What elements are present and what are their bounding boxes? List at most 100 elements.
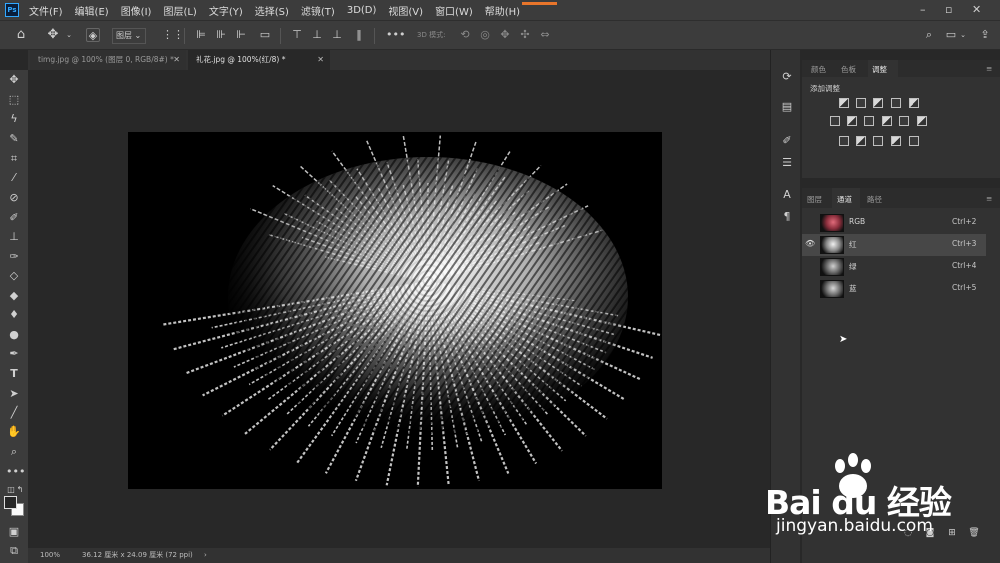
align-bottom-icon[interactable]: ⊥ [330, 28, 344, 42]
character-icon[interactable]: A [780, 188, 794, 202]
tab-adjustments[interactable]: 调整 [872, 64, 887, 75]
menu-3d[interactable]: 3D(D) [347, 5, 377, 16]
history-icon[interactable]: ⟳ [780, 70, 794, 84]
threshold-icon[interactable] [873, 136, 883, 146]
color-balance-icon[interactable] [847, 116, 857, 126]
screen-mode-icon[interactable]: ⧉ [6, 543, 22, 559]
close-icon[interactable]: ✕ [173, 50, 180, 70]
chevron-down-icon[interactable]: ⌄ [62, 28, 76, 42]
orbit-icon[interactable]: ⟲ [458, 28, 472, 42]
path-select-tool-icon[interactable]: ➤ [6, 386, 22, 402]
status-menu-icon[interactable]: › [204, 548, 207, 563]
properties-icon[interactable]: ▤ [780, 100, 794, 114]
brightness-icon[interactable] [839, 98, 849, 108]
brush-tool-icon[interactable]: ✐ [6, 210, 22, 226]
visibility-icon[interactable] [805, 283, 815, 293]
stamp-tool-icon[interactable]: ⊥ [6, 229, 22, 245]
auto-select-icon[interactable]: ◈ [86, 28, 100, 42]
selective-color-icon[interactable] [909, 136, 919, 146]
search-icon[interactable]: ⌕ [922, 28, 936, 42]
healing-tool-icon[interactable]: ⊘ [6, 190, 22, 206]
visibility-icon[interactable] [805, 217, 815, 227]
menu-layer[interactable]: 图层(L) [163, 3, 196, 18]
chevron-down-icon[interactable]: ⌄ [956, 28, 970, 42]
hand-tool-icon[interactable]: ✋ [6, 424, 22, 440]
home-icon[interactable]: ⌂ [14, 28, 28, 42]
quick-mask-icon[interactable]: ▣ [6, 524, 22, 540]
tab-fireworks[interactable]: 礼花.jpg @ 100%(红/8) * ✕ [188, 50, 330, 70]
hue-saturation-icon[interactable] [830, 116, 840, 126]
tab-paths[interactable]: 路径 [867, 194, 882, 205]
minimize-icon[interactable]: – [920, 3, 926, 16]
share-icon[interactable]: ⇪ [978, 28, 992, 42]
eyedropper-tool-icon[interactable]: ⁄ [6, 170, 22, 186]
menu-edit[interactable]: 编辑(E) [75, 3, 109, 18]
layer-select-dropdown[interactable]: 图层 ⌄ [112, 28, 146, 44]
menu-window[interactable]: 窗口(W) [435, 3, 473, 18]
tab-swatches[interactable]: 色板 [841, 64, 856, 75]
tab-timg[interactable]: timg.jpg @ 100% (图层 0, RGB/8#) * ✕ [30, 50, 186, 70]
pen-tool-icon[interactable]: ✒ [6, 346, 22, 362]
align-center-icon[interactable]: ⊪ [214, 28, 228, 42]
invert-icon[interactable] [839, 136, 849, 146]
distribute-icon[interactable]: ▭ [258, 28, 272, 42]
move-tool-icon[interactable]: ✥ [6, 72, 22, 88]
channel-row-red[interactable]: 👁 红 Ctrl+3 [802, 234, 986, 256]
move-icon[interactable]: ✥ [46, 28, 60, 42]
document-canvas[interactable] [128, 132, 662, 489]
tab-channels[interactable]: 通道 [837, 194, 852, 205]
curves-icon[interactable] [873, 98, 883, 108]
align-middle-icon[interactable]: ⊥ [310, 28, 324, 42]
restore-icon[interactable]: ▫ [945, 3, 952, 16]
transform-grid-icon[interactable]: ⋮⋮ [162, 28, 184, 42]
visibility-icon[interactable] [805, 261, 815, 271]
tab-layers[interactable]: 图层 [807, 194, 822, 205]
paragraph-icon[interactable]: ¶ [780, 210, 794, 224]
roll-icon[interactable]: ◎ [478, 28, 492, 42]
menu-select[interactable]: 选择(S) [255, 3, 289, 18]
crop-tool-icon[interactable]: ⌗ [6, 151, 22, 167]
channel-mixer-icon[interactable] [899, 116, 909, 126]
marquee-tool-icon[interactable]: ⬚ [6, 92, 22, 108]
align-left-icon[interactable]: ⊫ [194, 28, 208, 42]
eye-icon[interactable]: 👁 [805, 239, 815, 249]
paint-bucket-tool-icon[interactable]: ◆ [6, 288, 22, 304]
menu-filter[interactable]: 滤镜(T) [301, 3, 335, 18]
exposure-icon[interactable] [891, 98, 901, 108]
align-top-icon[interactable]: ⊤ [290, 28, 304, 42]
quick-select-tool-icon[interactable]: ✎ [6, 131, 22, 147]
close-icon[interactable]: ✕ [972, 3, 981, 16]
photo-filter-icon[interactable] [882, 116, 892, 126]
more-tools-icon[interactable]: ••• [6, 464, 25, 480]
foreground-color-swatch[interactable] [4, 496, 17, 509]
scale-icon[interactable]: ⇔ [538, 28, 552, 42]
levels-icon[interactable] [856, 98, 866, 108]
menu-image[interactable]: 图像(I) [121, 3, 152, 18]
panel-menu-icon[interactable]: ≡ [986, 194, 992, 203]
tab-color[interactable]: 颜色 [811, 64, 826, 75]
close-icon[interactable]: ✕ [317, 50, 324, 70]
zoom-tool-icon[interactable]: ⌕ [6, 444, 22, 460]
distribute-vertical-icon[interactable]: ‖ [352, 28, 366, 42]
color-lookup-icon[interactable] [917, 116, 927, 126]
channel-row-rgb[interactable]: RGB Ctrl+2 [802, 212, 986, 234]
eraser-tool-icon[interactable]: ◇ [6, 268, 22, 284]
slide-icon[interactable]: ✣ [518, 28, 532, 42]
adjust-sliders-icon[interactable]: ☰ [780, 156, 794, 170]
blur-tool-icon[interactable]: ♦ [6, 307, 22, 323]
dodge-tool-icon[interactable]: ● [6, 327, 22, 343]
menu-type[interactable]: 文字(Y) [209, 3, 243, 18]
align-right-icon[interactable]: ⊩ [234, 28, 248, 42]
channel-row-green[interactable]: 绿 Ctrl+4 [802, 256, 986, 278]
menu-help[interactable]: 帮助(H) [485, 3, 520, 18]
channel-row-blue[interactable]: 蓝 Ctrl+5 [802, 278, 986, 300]
lasso-tool-icon[interactable]: ϟ [6, 111, 22, 127]
pan-icon[interactable]: ✥ [498, 28, 512, 42]
zoom-level[interactable]: 100% [40, 548, 60, 563]
menu-view[interactable]: 视图(V) [388, 3, 423, 18]
type-tool-icon[interactable]: T [6, 366, 22, 382]
history-brush-tool-icon[interactable]: ✑ [6, 249, 22, 265]
gradient-map-icon[interactable] [891, 136, 901, 146]
line-tool-icon[interactable]: ╱ [6, 405, 22, 421]
black-white-icon[interactable] [864, 116, 874, 126]
